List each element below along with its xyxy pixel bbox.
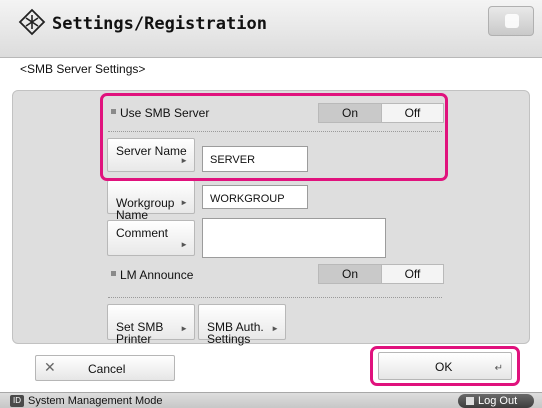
- comment-button-label: Comment: [116, 226, 169, 240]
- home-icon: [505, 14, 519, 28]
- chevron-right-icon: ►: [180, 240, 188, 249]
- close-icon: ✕: [44, 359, 56, 375]
- id-icon: ID: [10, 395, 24, 407]
- lm-announce-on-button[interactable]: On: [319, 265, 381, 283]
- divider: [108, 297, 442, 298]
- logout-button[interactable]: Log Out: [458, 394, 534, 408]
- page-title: Settings/Registration: [52, 14, 267, 34]
- highlight-box: [100, 93, 448, 181]
- cancel-label: Cancel: [88, 362, 126, 376]
- highlight-box: [370, 346, 520, 386]
- settings-registration-icon: [18, 8, 46, 36]
- chevron-right-icon: ►: [180, 324, 188, 333]
- smb-auth-settings-button[interactable]: SMB Auth. Settings ►: [198, 304, 286, 345]
- lm-announce-off-button[interactable]: Off: [381, 265, 443, 283]
- chevron-right-icon: ►: [180, 198, 188, 207]
- logout-label: Log Out: [478, 395, 518, 407]
- logout-icon: [466, 397, 474, 405]
- chevron-right-icon: ►: [271, 324, 279, 333]
- bullet-icon: [111, 271, 116, 276]
- lm-announce-toggle[interactable]: On Off: [318, 264, 444, 284]
- status-bar: ID System Management Mode Log Out: [0, 392, 542, 408]
- workgroup-name-button[interactable]: Workgroup Name ►: [107, 180, 195, 221]
- home-button[interactable]: [488, 6, 534, 36]
- breadcrumb: <SMB Server Settings>: [20, 62, 146, 76]
- comment-button[interactable]: Comment ►: [107, 220, 195, 256]
- workgroup-name-field[interactable]: WORKGROUP: [202, 185, 308, 209]
- header-bar: Settings/Registration: [0, 0, 542, 58]
- lm-announce-label: LM Announce: [120, 268, 194, 282]
- cancel-button[interactable]: ✕ Cancel: [35, 355, 175, 381]
- set-smb-printer-button[interactable]: Set SMB Printer ►: [107, 304, 195, 345]
- comment-field[interactable]: [202, 218, 386, 258]
- status-text: System Management Mode: [28, 395, 163, 407]
